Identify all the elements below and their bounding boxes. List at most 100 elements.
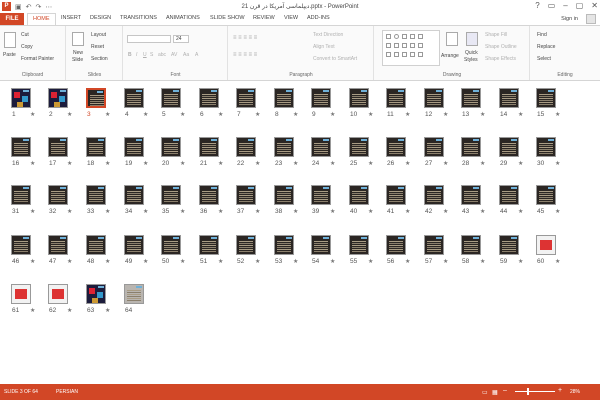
slide-sorter[interactable]: 1 ★ 2 ★ 3 ★ 4 ★ 5 ★ 6 ★ 7 ★ 8 ★ 9 ★ 10 ★ 11 ★ 12 ★ 13 ★ 14 ★ 15 ★ 16 ★ 1…: [0, 82, 600, 384]
shape-icon[interactable]: [402, 34, 407, 39]
rectangle-shape-icon[interactable]: [386, 34, 391, 39]
slide-thumbnail[interactable]: [386, 185, 406, 205]
slide-thumbnail[interactable]: [386, 88, 406, 108]
transition-star-icon[interactable]: ★: [67, 160, 72, 167]
transition-star-icon[interactable]: ★: [30, 111, 35, 118]
transition-star-icon[interactable]: ★: [518, 160, 523, 167]
help-button[interactable]: ?: [535, 1, 539, 10]
transition-star-icon[interactable]: ★: [67, 258, 72, 265]
transition-star-icon[interactable]: ★: [368, 111, 373, 118]
tab-file[interactable]: FILE: [0, 13, 24, 25]
shape-icon[interactable]: [418, 43, 423, 48]
transition-star-icon[interactable]: ★: [443, 160, 448, 167]
strikethrough-button[interactable]: S: [150, 52, 153, 58]
quick-styles-button-label[interactable]: Styles: [464, 57, 478, 63]
change-case-button[interactable]: Aa: [183, 52, 189, 58]
transition-star-icon[interactable]: ★: [180, 258, 185, 265]
transition-star-icon[interactable]: ★: [218, 208, 223, 215]
transition-star-icon[interactable]: ★: [255, 160, 260, 167]
zoom-out-button[interactable]: –: [503, 387, 507, 394]
slide-thumbnail[interactable]: [349, 88, 369, 108]
character-spacing-button[interactable]: AV: [171, 52, 177, 58]
slide-thumbnail[interactable]: [161, 88, 181, 108]
slide-thumbnail[interactable]: [86, 235, 106, 255]
slide-thumbnail[interactable]: [236, 185, 256, 205]
slide-thumbnail[interactable]: [311, 235, 331, 255]
text-direction-button[interactable]: Text Direction: [313, 32, 343, 38]
shape-icon[interactable]: [410, 52, 415, 57]
slide-thumbnail[interactable]: [161, 137, 181, 157]
transition-star-icon[interactable]: ★: [218, 160, 223, 167]
arrange-button[interactable]: Arrange: [441, 53, 459, 59]
slide-thumbnail[interactable]: [274, 88, 294, 108]
slide-thumbnail[interactable]: [86, 88, 106, 108]
slide-thumbnail[interactable]: [499, 137, 519, 157]
transition-star-icon[interactable]: ★: [330, 208, 335, 215]
slide-thumbnail[interactable]: [124, 137, 144, 157]
slide-thumbnail[interactable]: [86, 185, 106, 205]
transition-star-icon[interactable]: ★: [218, 258, 223, 265]
oval-shape-icon[interactable]: [394, 34, 399, 39]
bold-button[interactable]: B: [128, 52, 132, 58]
transition-star-icon[interactable]: ★: [480, 111, 485, 118]
shape-icon[interactable]: [410, 43, 415, 48]
normal-view-icon[interactable]: ▭: [482, 389, 488, 396]
tab-slide-show[interactable]: SLIDE SHOW: [210, 15, 245, 21]
slide-thumbnail[interactable]: [161, 235, 181, 255]
text-shadow-button[interactable]: abc: [158, 52, 166, 58]
shapes-gallery[interactable]: [382, 30, 440, 66]
zoom-slider-thumb[interactable]: [527, 388, 529, 395]
transition-star-icon[interactable]: ★: [405, 258, 410, 265]
slide-thumbnail[interactable]: [236, 88, 256, 108]
transition-star-icon[interactable]: ★: [368, 160, 373, 167]
transition-star-icon[interactable]: ★: [255, 111, 260, 118]
slide-thumbnail[interactable]: [48, 88, 68, 108]
font-size-select[interactable]: 24: [173, 35, 189, 43]
slide-thumbnail[interactable]: [236, 235, 256, 255]
transition-star-icon[interactable]: ★: [143, 160, 148, 167]
transition-star-icon[interactable]: ★: [518, 111, 523, 118]
tab-animations[interactable]: ANIMATIONS: [166, 15, 200, 21]
tab-review[interactable]: REVIEW: [253, 15, 275, 21]
transition-star-icon[interactable]: ★: [180, 160, 185, 167]
tab-transitions[interactable]: TRANSITIONS: [120, 15, 157, 21]
slide-thumbnail[interactable]: [11, 185, 31, 205]
slide-thumbnail[interactable]: [499, 235, 519, 255]
slide-thumbnail[interactable]: [199, 185, 219, 205]
slide-thumbnail[interactable]: [424, 137, 444, 157]
transition-star-icon[interactable]: ★: [293, 111, 298, 118]
convert-to-smartart-button[interactable]: Convert to SmartArt: [313, 56, 357, 62]
paste-icon[interactable]: [4, 32, 16, 48]
transition-star-icon[interactable]: ★: [443, 111, 448, 118]
transition-star-icon[interactable]: ★: [330, 160, 335, 167]
slide-thumbnail[interactable]: [461, 137, 481, 157]
tab-add-ins[interactable]: ADD-INS: [307, 15, 330, 21]
transition-star-icon[interactable]: ★: [30, 307, 35, 314]
transition-star-icon[interactable]: ★: [293, 258, 298, 265]
transition-star-icon[interactable]: ★: [405, 111, 410, 118]
shape-icon[interactable]: [394, 43, 399, 48]
slide-thumbnail[interactable]: [48, 137, 68, 157]
transition-star-icon[interactable]: ★: [255, 208, 260, 215]
copy-button[interactable]: Copy: [21, 44, 33, 50]
slide-thumbnail[interactable]: [124, 88, 144, 108]
sign-in-link[interactable]: Sign in: [561, 16, 578, 22]
slide-thumbnail[interactable]: [424, 185, 444, 205]
transition-star-icon[interactable]: ★: [255, 258, 260, 265]
transition-star-icon[interactable]: ★: [555, 258, 560, 265]
transition-star-icon[interactable]: ★: [405, 208, 410, 215]
align-buttons-icon[interactable]: ≡ ≡ ≡ ≡ ≡: [233, 52, 303, 60]
slide-thumbnail[interactable]: [199, 137, 219, 157]
slide-thumbnail[interactable]: [48, 235, 68, 255]
slide-thumbnail[interactable]: [48, 284, 68, 304]
select-button[interactable]: Select: [537, 56, 551, 62]
transition-star-icon[interactable]: ★: [143, 208, 148, 215]
slide-thumbnail[interactable]: [124, 235, 144, 255]
slide-thumbnail[interactable]: [424, 88, 444, 108]
slide-thumbnail[interactable]: [274, 137, 294, 157]
transition-star-icon[interactable]: ★: [67, 111, 72, 118]
shape-icon[interactable]: [418, 52, 423, 57]
slide-thumbnail[interactable]: [424, 235, 444, 255]
transition-star-icon[interactable]: ★: [143, 111, 148, 118]
paste-button[interactable]: Paste: [3, 52, 16, 58]
